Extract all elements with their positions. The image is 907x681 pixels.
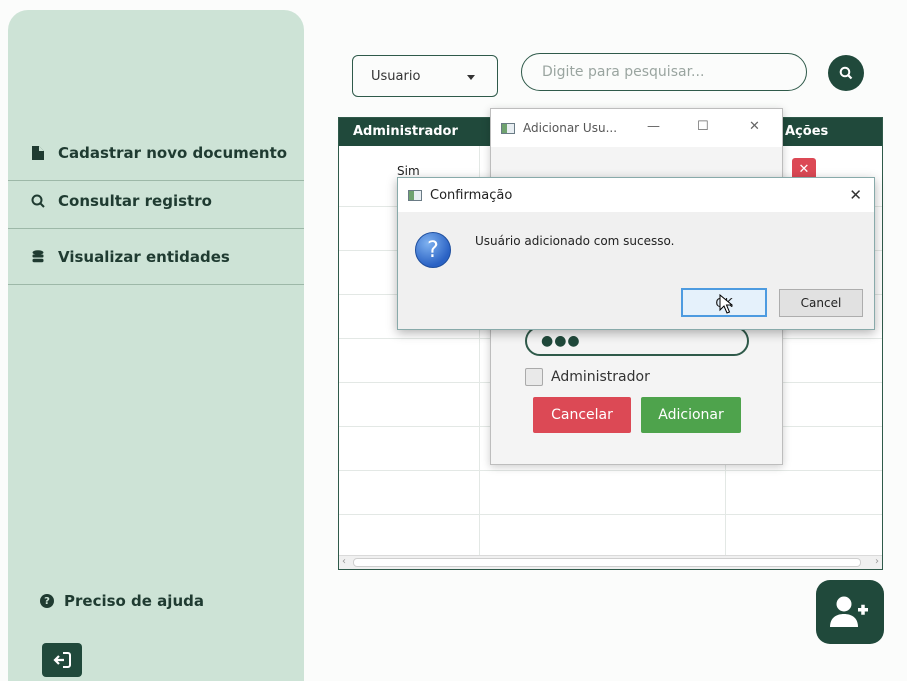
confirmation-message: Usuário adicionado com sucesso. (475, 234, 675, 248)
app-icon (408, 189, 422, 201)
app-root: Cadastrar novo documento Consultar regis… (0, 0, 907, 681)
help-label: Preciso de ajuda (64, 592, 204, 610)
add-user-window-titlebar[interactable]: Adicionar Usu... — ☐ ✕ (491, 109, 782, 147)
database-icon (30, 249, 46, 265)
admin-checkbox-label: Administrador (551, 369, 650, 385)
password-mask: ●●● (541, 333, 581, 349)
mouse-cursor-icon (719, 294, 733, 314)
question-icon: ? (415, 232, 451, 268)
sidebar-item-label: Consultar registro (58, 191, 212, 210)
confirmation-dialog-title: Confirmação (430, 187, 513, 203)
question-circle-icon: ? (40, 594, 54, 608)
scroll-left-icon: ‹ (342, 556, 346, 567)
ok-button[interactable]: OK (681, 288, 767, 317)
search-icon (30, 193, 46, 209)
close-icon[interactable]: ✕ (749, 119, 760, 134)
minimize-icon[interactable]: — (647, 119, 660, 134)
confirmation-dialog: Confirmação ✕ ? Usuário adicionado com s… (397, 177, 875, 330)
maximize-icon[interactable]: ☐ (697, 119, 709, 134)
logout-button[interactable] (42, 643, 82, 677)
add-user-window-title: Adicionar Usu... (523, 121, 618, 135)
checkbox-box[interactable] (525, 368, 543, 386)
column-header-administrador[interactable]: Administrador (353, 124, 458, 139)
user-plus-icon (830, 596, 868, 627)
file-icon (30, 145, 46, 161)
password-field[interactable]: ●●● (525, 326, 749, 356)
close-icon[interactable]: ✕ (849, 186, 862, 204)
horizontal-scrollbar[interactable]: ‹ › (339, 555, 882, 569)
scrollbar-thumb[interactable] (353, 558, 861, 567)
sidebar-item-label: Cadastrar novo documento (58, 143, 288, 162)
dialog-cancel-button[interactable]: Cancel (779, 289, 863, 317)
entity-select-value: Usuario (371, 68, 421, 84)
sidebar: Cadastrar novo documento Consultar regis… (8, 10, 304, 681)
scroll-right-icon: › (875, 556, 879, 567)
close-icon: ✕ (798, 161, 810, 177)
sign-out-icon (53, 652, 71, 668)
caret-down-icon (467, 75, 475, 80)
help-link[interactable]: ? Preciso de ajuda (40, 592, 204, 610)
search-icon (839, 66, 853, 80)
sidebar-item-visualizar[interactable]: Visualizar entidades (8, 229, 304, 285)
search-input[interactable]: Digite para pesquisar... (521, 53, 807, 91)
app-icon (501, 122, 515, 134)
sidebar-item-label: Visualizar entidades (58, 247, 230, 266)
sidebar-item-consultar[interactable]: Consultar registro (8, 173, 304, 229)
column-header-acoes[interactable]: Ações (785, 124, 828, 139)
entity-select[interactable]: Usuario (352, 55, 498, 97)
table-cell-administrador: Sim (397, 164, 420, 178)
cancel-button[interactable]: Cancelar (533, 397, 631, 433)
confirmation-dialog-titlebar[interactable]: Confirmação ✕ (398, 178, 874, 212)
add-user-button[interactable] (816, 580, 884, 644)
add-button[interactable]: Adicionar (641, 397, 741, 433)
search-placeholder: Digite para pesquisar... (542, 64, 705, 80)
search-button[interactable] (828, 55, 864, 91)
admin-checkbox[interactable]: Administrador (525, 368, 650, 386)
